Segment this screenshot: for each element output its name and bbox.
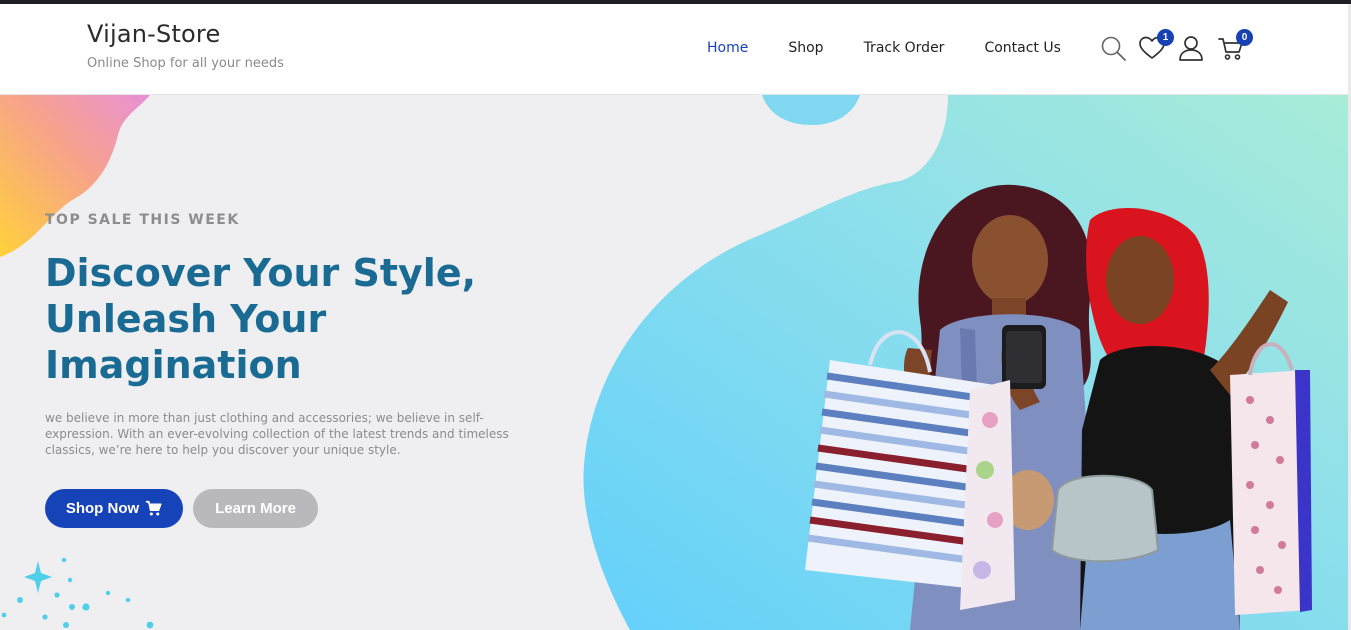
shop-now-label: Shop Now bbox=[65, 500, 140, 517]
hero-headline: Discover Your Style, Unleash Your Imagin… bbox=[45, 251, 477, 387]
shop-now-button[interactable]: Shop Now bbox=[45, 489, 183, 528]
brand-name[interactable]: Vijan-Store bbox=[87, 20, 284, 48]
hero-photo-two-women-shopping bbox=[800, 180, 1320, 630]
cart-count-badge: 0 bbox=[1236, 29, 1253, 46]
wishlist-button[interactable]: 1 bbox=[1138, 29, 1174, 62]
nav-shop[interactable]: Shop bbox=[788, 40, 823, 56]
cart-icon bbox=[146, 500, 162, 516]
hero-description: we believe in more than just clothing an… bbox=[45, 411, 509, 457]
learn-more-button[interactable]: Learn More bbox=[193, 489, 318, 528]
nav-contact-us[interactable]: Contact Us bbox=[984, 40, 1060, 56]
brand-tagline: Online Shop for all your needs bbox=[87, 56, 284, 71]
site-header: Vijan-Store Online Shop for all your nee… bbox=[0, 4, 1351, 95]
brand[interactable]: Vijan-Store Online Shop for all your nee… bbox=[87, 20, 284, 71]
wishlist-count-badge: 1 bbox=[1157, 29, 1174, 46]
hero-content: TOP SALE THIS WEEK Discover Your Style, … bbox=[45, 212, 565, 458]
user-icon[interactable] bbox=[1177, 34, 1205, 62]
main-nav: Home Shop Track Order Contact Us bbox=[707, 40, 1101, 56]
hero-eyebrow: TOP SALE THIS WEEK bbox=[45, 212, 240, 228]
hero-cta-row: Shop Now Learn More bbox=[45, 489, 318, 528]
nav-track-order[interactable]: Track Order bbox=[864, 40, 945, 56]
hero-banner: TOP SALE THIS WEEK Discover Your Style, … bbox=[0, 95, 1348, 630]
cart-button[interactable]: 0 bbox=[1217, 29, 1253, 62]
nav-home[interactable]: Home bbox=[707, 40, 748, 56]
search-icon[interactable] bbox=[1100, 34, 1128, 62]
